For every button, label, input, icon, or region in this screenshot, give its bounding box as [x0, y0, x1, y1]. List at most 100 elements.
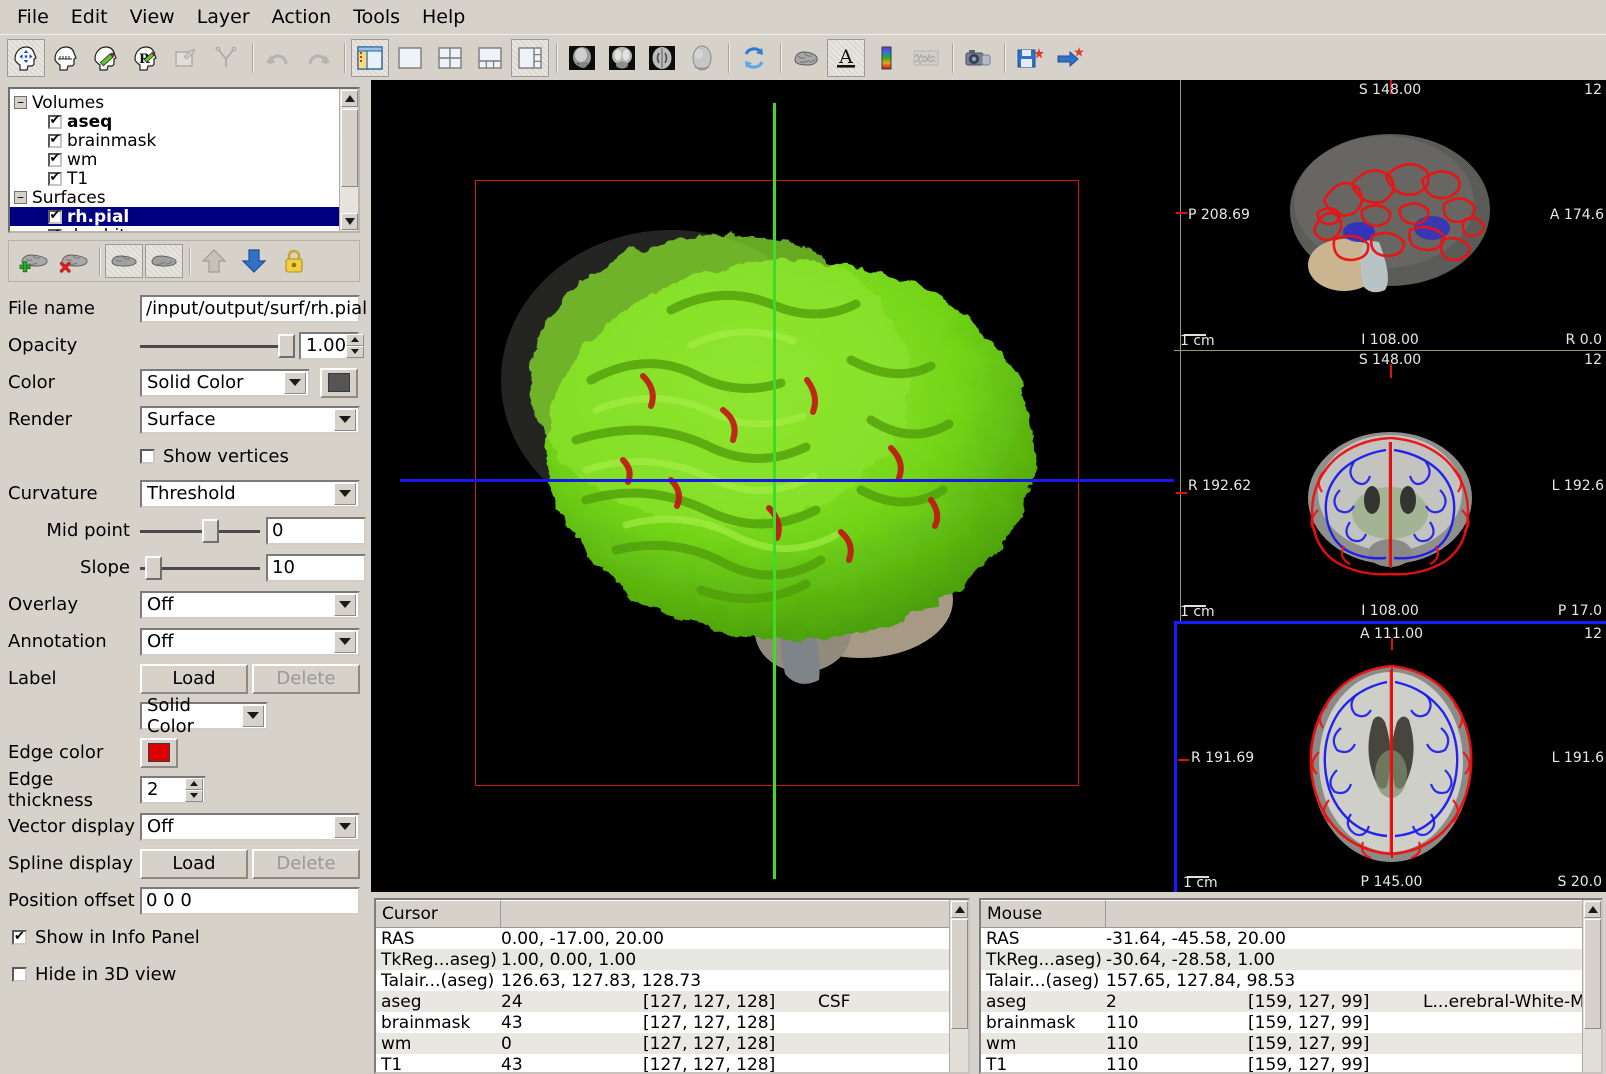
table-row[interactable]: T1 110 [159, 127, 99] [981, 1054, 1601, 1073]
position-offset-input[interactable]: 0 0 0 [140, 886, 360, 915]
show-vertices-checkbox-row[interactable]: Show vertices [140, 446, 289, 467]
table-row[interactable]: Talair...(aseg) 157.65, 127.84, 98.53 [981, 970, 1601, 991]
slope-slider[interactable] [140, 554, 260, 582]
spinner-up-button[interactable] [346, 333, 365, 346]
table-row[interactable]: wm 110 [159, 127, 99] [981, 1033, 1601, 1054]
mid-point-slider[interactable] [140, 517, 260, 545]
measure-tool-button[interactable] [47, 39, 85, 77]
save-point-set-button[interactable] [1011, 39, 1049, 77]
view-3d-button[interactable] [683, 39, 721, 77]
chevron-down-icon[interactable] [334, 482, 356, 505]
expander-icon[interactable]: − [14, 191, 27, 204]
view-sagittal-button[interactable] [563, 39, 601, 77]
navigate-tool-button[interactable] [7, 38, 45, 77]
scrollbar-thumb[interactable] [951, 919, 968, 1029]
tree-item-brainmask[interactable]: brainmask [10, 131, 339, 151]
render-view-3d[interactable] [371, 80, 1174, 892]
reset-view-button[interactable] [735, 39, 773, 77]
view-coronal-button[interactable] [603, 39, 641, 77]
scrollbar-thumb[interactable] [1584, 919, 1601, 1029]
surface-color-swatch-button[interactable] [320, 367, 358, 398]
lock-layer-button[interactable] [275, 244, 313, 278]
tree-group-volumes[interactable]: − Volumes [10, 93, 339, 113]
checkbox-icon[interactable] [140, 449, 155, 464]
color-mode-combo[interactable]: Solid Color [140, 368, 310, 397]
cursor-info-panel[interactable]: Cursor RAS 0.00, -17.00, 20.00 TkReg...a… [374, 898, 970, 1074]
checkbox-icon[interactable] [12, 967, 27, 982]
slice-view-axial[interactable]: A 111.00 12 R 191.69 L 191.6 P 145.00 S … [1174, 621, 1606, 892]
layer-tree[interactable]: − Volumes aseq brainmask wm T1 − Sur [8, 87, 360, 233]
mid-point-input[interactable]: 0 [266, 516, 366, 545]
slider-knob[interactable] [278, 333, 295, 358]
spinner-down-button[interactable] [346, 345, 365, 358]
scrollbar-thumb[interactable] [341, 109, 358, 187]
menu-tools[interactable]: Tools [342, 4, 411, 31]
slider-knob[interactable] [145, 555, 162, 580]
table-row[interactable]: Talair...(aseg) 126.63, 127.83, 128.73 [376, 970, 968, 991]
menu-help[interactable]: Help [411, 4, 476, 31]
menu-file[interactable]: File [6, 4, 60, 31]
overlay-combo[interactable]: Off [140, 590, 360, 619]
spline-load-button[interactable]: Load [140, 848, 248, 879]
chevron-down-icon[interactable] [284, 371, 306, 394]
expander-icon[interactable]: − [14, 96, 27, 109]
chevron-down-icon[interactable] [334, 630, 356, 653]
menu-edit[interactable]: Edit [60, 4, 119, 31]
goto-point-button[interactable] [1051, 39, 1089, 77]
checkbox-icon[interactable] [48, 114, 62, 129]
tree-item-rh-white[interactable]: rh.white [10, 226, 339, 231]
table-row[interactable]: aseg 2 [159, 127, 99] L...erebral-White-… [981, 991, 1601, 1012]
tree-item-rh-pial[interactable]: rh.pial [10, 207, 339, 227]
screenshot-button[interactable] [959, 39, 997, 77]
spinner-up-button[interactable] [185, 777, 203, 790]
hide-in-3d-view-checkbox-row[interactable]: Hide in 3D view [12, 964, 176, 985]
chevron-down-icon[interactable] [334, 408, 356, 431]
scroll-down-button[interactable] [341, 213, 358, 230]
chevron-down-icon[interactable] [334, 815, 356, 838]
show-in-info-panel-checkbox-row[interactable]: Show in Info Panel [12, 927, 200, 948]
menu-action[interactable]: Action [261, 4, 343, 31]
hide-all-layers-button[interactable] [145, 244, 183, 278]
mouse-panel-scrollbar[interactable] [1582, 900, 1601, 1072]
show-labels-button[interactable]: A [827, 38, 865, 77]
table-row[interactable]: wm 0 [127, 127, 128] [376, 1033, 968, 1054]
slope-input[interactable]: 10 [266, 553, 366, 582]
tree-item-aseq[interactable]: aseq [10, 112, 339, 132]
slider-knob[interactable] [202, 518, 219, 543]
menu-view[interactable]: View [119, 4, 186, 31]
checkbox-icon[interactable] [48, 152, 62, 167]
tree-item-t1[interactable]: T1 [10, 169, 339, 189]
scroll-up-button[interactable] [341, 90, 358, 107]
show-surfaces-button[interactable] [787, 39, 825, 77]
render-combo[interactable]: Surface [140, 405, 360, 434]
voxel-edit-tool-button[interactable] [87, 39, 125, 77]
recon-edit-tool-button[interactable]: R [127, 39, 165, 77]
layout-1and3h-button[interactable] [511, 38, 549, 77]
layout-1x1-button[interactable] [391, 39, 429, 77]
chevron-down-icon[interactable] [242, 704, 264, 727]
checkbox-icon[interactable] [48, 133, 62, 148]
table-row[interactable]: TkReg...aseg) -30.64, -28.58, 1.00 [981, 949, 1601, 970]
toggle-panel-button[interactable] [351, 38, 389, 77]
show-colorscale-button[interactable] [867, 39, 905, 77]
table-row[interactable]: RAS 0.00, -17.00, 20.00 [376, 928, 968, 949]
label-color-combo[interactable]: Solid Color [140, 695, 268, 737]
file-name-input[interactable]: /input/output/surf/rh.pial [140, 294, 367, 323]
checkbox-icon[interactable] [48, 228, 62, 231]
scroll-up-button[interactable] [951, 901, 968, 918]
remove-layer-button[interactable] [55, 244, 93, 278]
opacity-slider[interactable] [140, 332, 295, 360]
vector-display-combo[interactable]: Off [140, 812, 360, 841]
move-layer-down-button[interactable] [235, 244, 273, 278]
chevron-down-icon[interactable] [334, 593, 356, 616]
mouse-info-panel[interactable]: Mouse RAS -31.64, -45.58, 20.00 TkReg...… [979, 898, 1603, 1074]
annotation-combo[interactable]: Off [140, 627, 360, 656]
checkbox-icon[interactable] [48, 209, 62, 224]
tree-group-surfaces[interactable]: − Surfaces [10, 188, 339, 208]
table-row[interactable]: RAS -31.64, -45.58, 20.00 [981, 928, 1601, 949]
slice-view-coronal[interactable]: S 148.00 12 R 192.62 L 192.6 I 108.00 P … [1174, 350, 1606, 621]
table-row[interactable]: brainmask 110 [159, 127, 99] [981, 1012, 1601, 1033]
show-all-layers-button[interactable] [105, 244, 143, 278]
checkbox-icon[interactable] [48, 171, 62, 186]
spinner-buttons[interactable] [185, 777, 203, 802]
